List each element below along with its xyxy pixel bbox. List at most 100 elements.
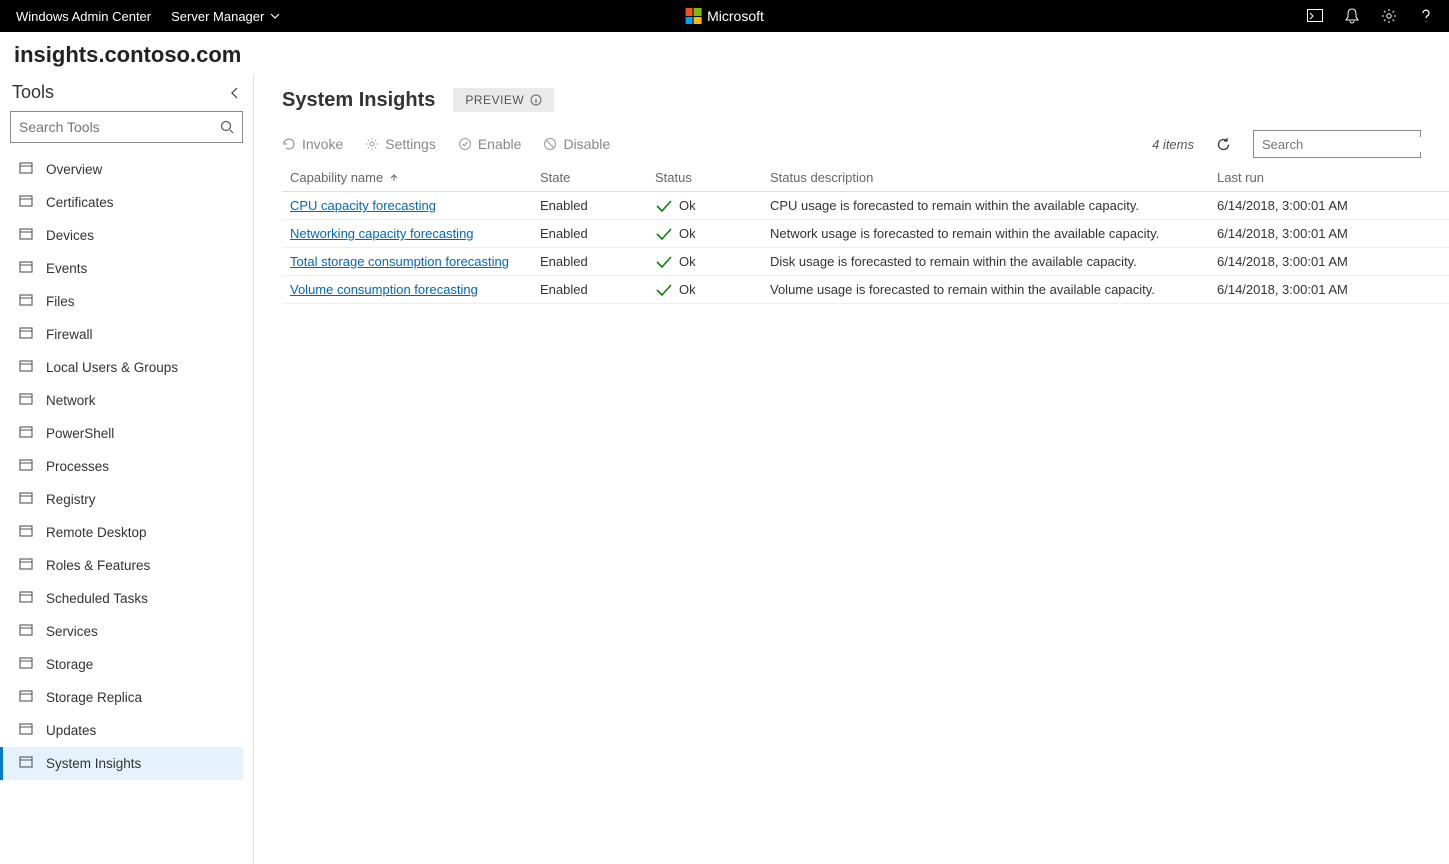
invoke-icon (282, 137, 296, 151)
sidebar-item-label: Services (46, 624, 98, 639)
table-row[interactable]: Volume consumption forecastingEnabledOkV… (282, 276, 1449, 304)
sidebar-item-label: Firewall (46, 327, 93, 342)
sidebar-item-system-insights[interactable]: System Insights (0, 747, 243, 780)
table-row[interactable]: Networking capacity forecasting Enabled Ok… (282, 220, 1449, 248)
description-cell: Network usage is forecasted to remain wi… (762, 220, 1209, 248)
sidebar-item-label: Remote Desktop (46, 525, 147, 540)
help-icon[interactable] (1419, 8, 1433, 24)
table-row[interactable]: Total storage consumption forecasting Ena… (282, 248, 1449, 276)
sidebar-item-label: Overview (46, 162, 102, 177)
tools-title: Tools (12, 82, 54, 103)
context-switcher[interactable]: Server Manager (171, 9, 280, 24)
sidebar-item-label: System Insights (46, 756, 141, 771)
app-brand[interactable]: Windows Admin Center (16, 9, 151, 24)
last-run-cell: 6/14/2018, 3:00:01 AM (1209, 248, 1449, 276)
sidebar-item-label: Roles & Features (46, 558, 150, 573)
sidebar-item-firewall[interactable]: Firewall (10, 318, 243, 351)
sidebar-item-label: Updates (46, 723, 96, 738)
capability-link[interactable]: CPU capacity forecasting (290, 198, 436, 213)
description-cell: CPU usage is forecasted to remain within… (762, 192, 1209, 220)
tool-icon (18, 358, 34, 377)
collapse-sidebar-icon[interactable] (229, 86, 241, 100)
notification-icon[interactable] (1345, 8, 1359, 24)
table-search-input[interactable] (1262, 137, 1438, 152)
capability-link[interactable]: Total storage consumption forecasting (290, 254, 509, 269)
tool-icon (18, 391, 34, 410)
context-label: Server Manager (171, 9, 264, 24)
console-icon[interactable] (1307, 9, 1323, 23)
info-icon[interactable] (530, 94, 542, 106)
col-last-run[interactable]: Last run (1209, 164, 1449, 192)
sidebar-item-updates[interactable]: Updates (10, 714, 243, 747)
col-status[interactable]: Status (647, 164, 762, 192)
check-icon (655, 283, 673, 297)
sidebar-item-local-users-groups[interactable]: Local Users & Groups (10, 351, 243, 384)
sidebar-item-label: Scheduled Tasks (46, 591, 148, 606)
item-count: 4 items (1152, 137, 1194, 152)
last-run-cell: 6/14/2018, 3:00:01 AM (1209, 276, 1449, 304)
sidebar-item-devices[interactable]: Devices (10, 219, 243, 252)
state-cell: Enabled (532, 276, 647, 304)
state-cell: Enabled (532, 220, 647, 248)
tools-search[interactable] (10, 111, 243, 143)
col-status-description[interactable]: Status description (762, 164, 1209, 192)
sidebar-item-processes[interactable]: Processes (10, 450, 243, 483)
sidebar-item-label: Local Users & Groups (46, 360, 178, 375)
sidebar-item-roles-features[interactable]: Roles & Features (10, 549, 243, 582)
status-cell: Ok (655, 226, 754, 241)
sidebar-item-network[interactable]: Network (10, 384, 243, 417)
sidebar-item-remote-desktop[interactable]: Remote Desktop (10, 516, 243, 549)
last-run-cell: 6/14/2018, 3:00:01 AM (1209, 192, 1449, 220)
enable-button[interactable]: Enable (458, 136, 522, 152)
check-circle-icon (458, 137, 472, 151)
disable-button[interactable]: Disable (543, 136, 610, 152)
check-icon (655, 199, 673, 213)
sidebar-item-label: Certificates (46, 195, 114, 210)
status-cell: Ok (655, 282, 754, 297)
last-run-cell: 6/14/2018, 3:00:01 AM (1209, 220, 1449, 248)
tool-icon (18, 721, 34, 740)
sidebar-item-powershell[interactable]: PowerShell (10, 417, 243, 450)
preview-label: PREVIEW (465, 93, 524, 107)
sidebar-item-label: Files (46, 294, 75, 309)
state-cell: Enabled (532, 248, 647, 276)
col-state[interactable]: State (532, 164, 647, 192)
status-cell: Ok (655, 198, 754, 213)
tool-icon (18, 523, 34, 542)
capability-link[interactable]: Networking capacity forecasting (290, 226, 474, 241)
table-row[interactable]: CPU capacity forecastingEnabledOkCPU usa… (282, 192, 1449, 220)
sidebar-item-events[interactable]: Events (10, 252, 243, 285)
sidebar-item-certificates[interactable]: Certificates (10, 186, 243, 219)
tool-icon (18, 259, 34, 278)
settings-icon[interactable] (1381, 8, 1397, 24)
tool-icon (18, 226, 34, 245)
search-icon (220, 120, 234, 134)
tool-icon (18, 160, 34, 179)
sidebar-item-storage-replica[interactable]: Storage Replica (10, 681, 243, 714)
sidebar-item-files[interactable]: Files (10, 285, 243, 318)
tool-icon (18, 589, 34, 608)
gear-icon (365, 137, 379, 151)
tool-icon (18, 292, 34, 311)
sidebar-item-overview[interactable]: Overview (10, 153, 243, 186)
page-title: System Insights (282, 89, 435, 112)
sidebar-item-services[interactable]: Services (10, 615, 243, 648)
sidebar-item-label: Storage Replica (46, 690, 142, 705)
sidebar-item-registry[interactable]: Registry (10, 483, 243, 516)
table-search[interactable] (1253, 130, 1421, 158)
sidebar-item-storage[interactable]: Storage (10, 648, 243, 681)
top-bar: Windows Admin Center Server Manager Micr… (0, 0, 1449, 32)
capability-link[interactable]: Volume consumption forecasting (290, 282, 478, 297)
invoke-button[interactable]: Invoke (282, 136, 343, 152)
sidebar-item-scheduled-tasks[interactable]: Scheduled Tasks (10, 582, 243, 615)
description-cell: Disk usage is forecasted to remain withi… (762, 248, 1209, 276)
tool-icon (18, 490, 34, 509)
refresh-button[interactable] (1216, 137, 1231, 152)
tool-icon (18, 325, 34, 344)
tool-icon (18, 556, 34, 575)
settings-button[interactable]: Settings (365, 136, 436, 152)
status-cell: Ok (655, 254, 754, 269)
check-icon (655, 255, 673, 269)
col-capability-name[interactable]: Capability name (282, 164, 532, 192)
tools-search-input[interactable] (19, 119, 220, 135)
